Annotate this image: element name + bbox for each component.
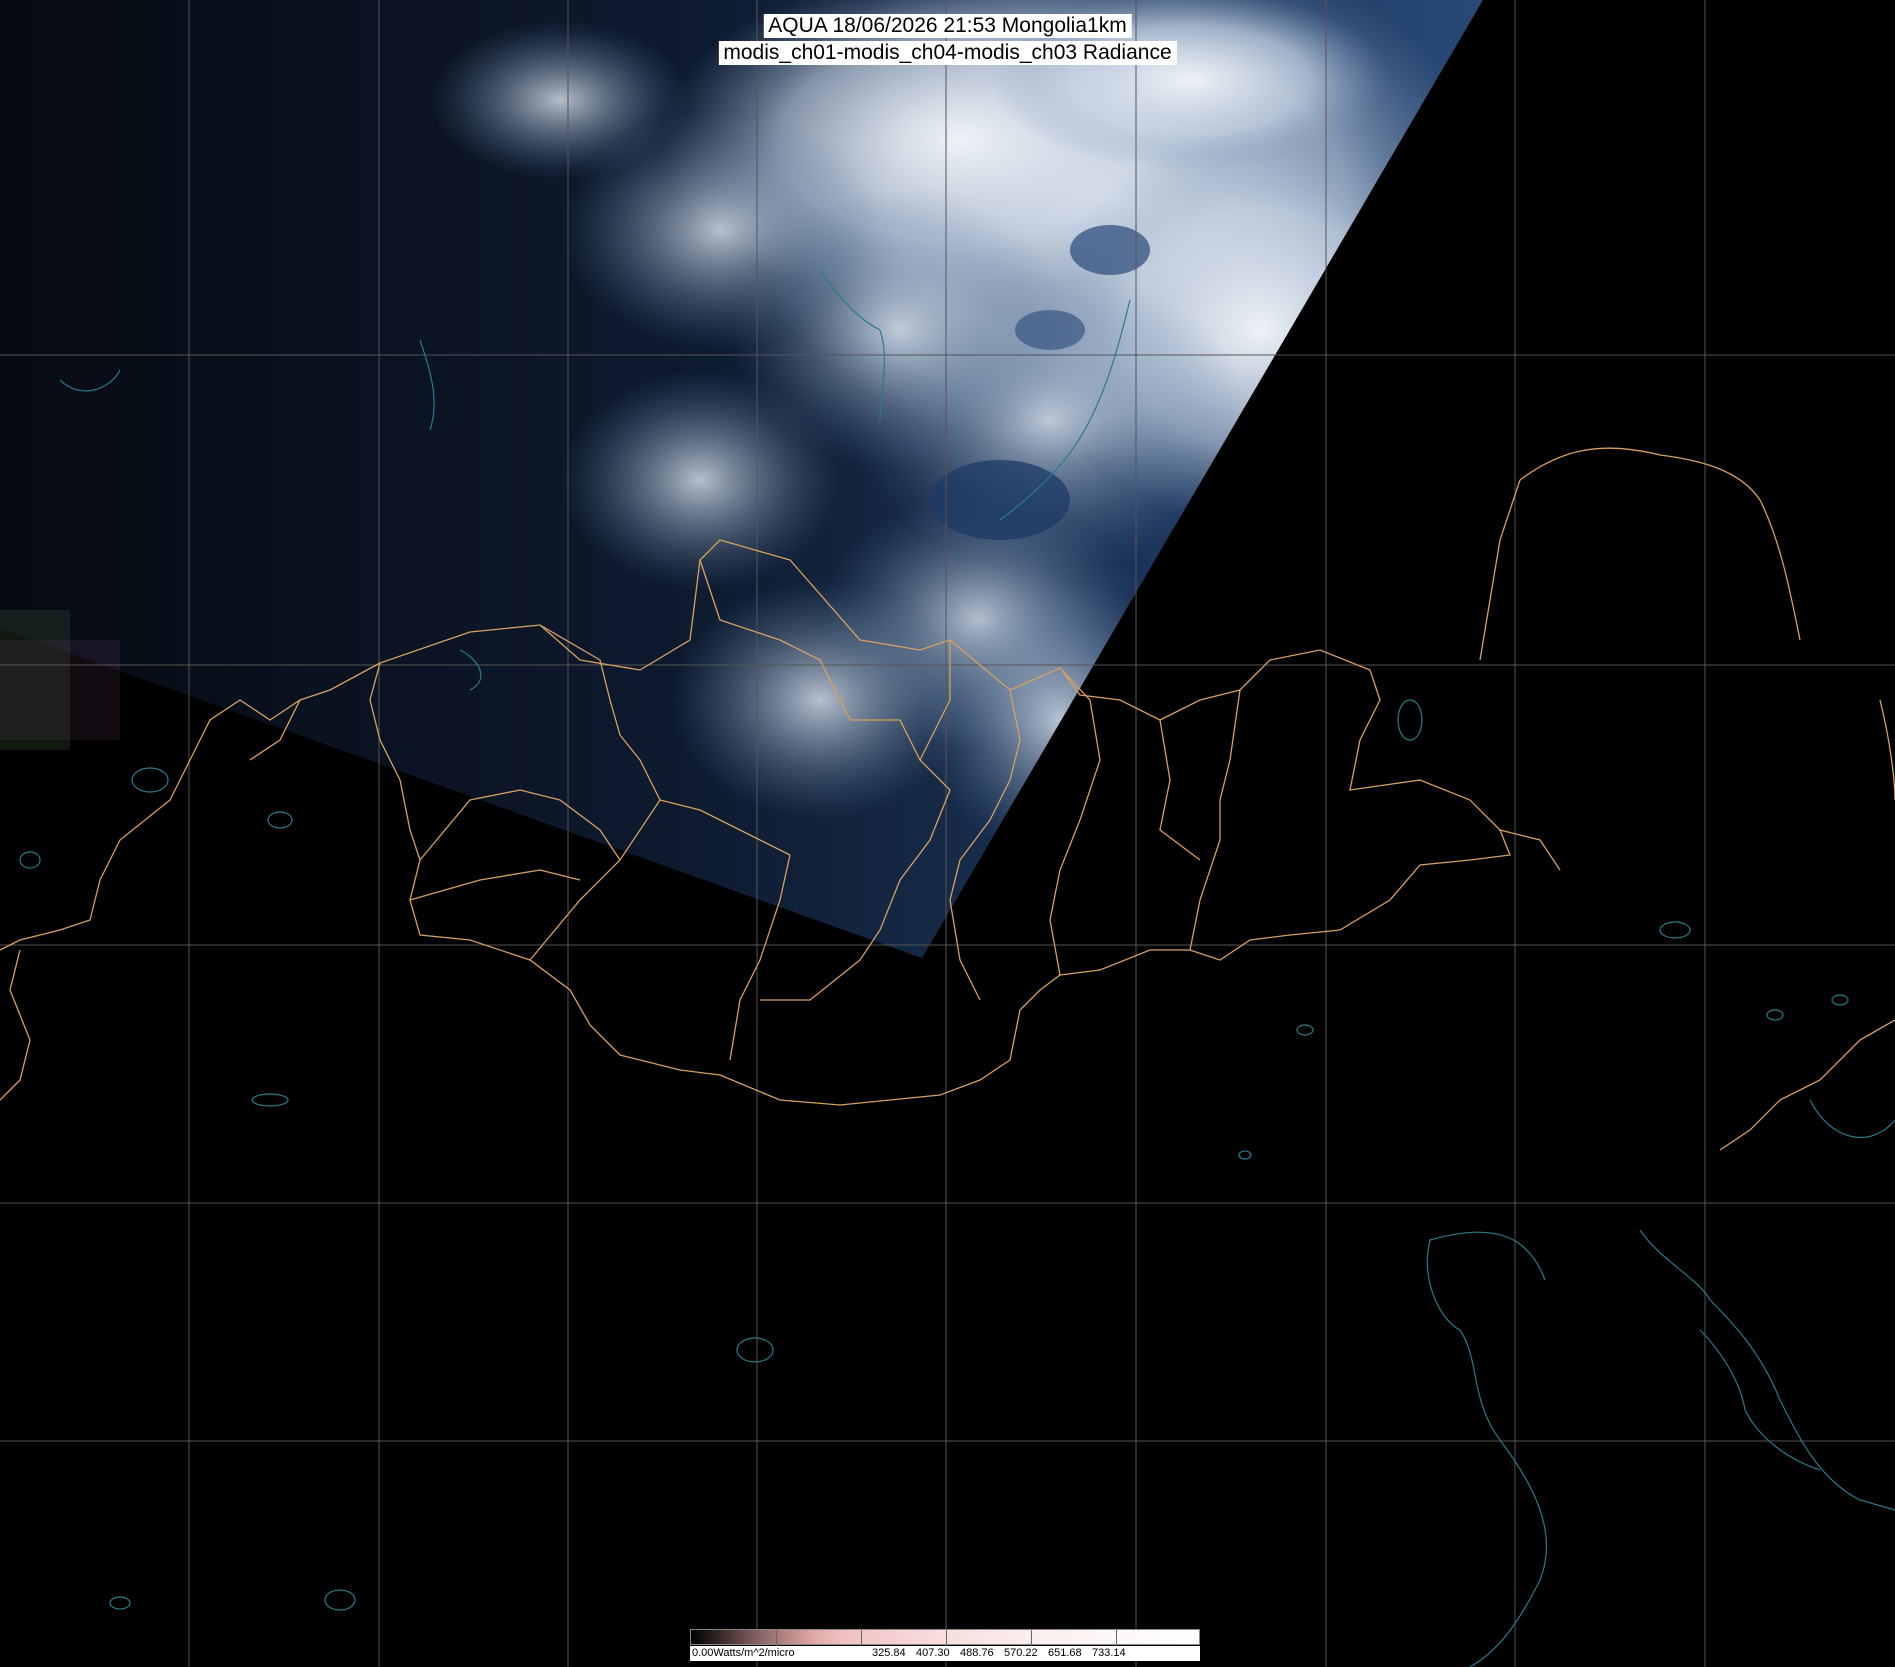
colorbar-tick-label: 488.76 [960, 1647, 994, 1659]
colorbar-tick [946, 1630, 947, 1646]
colorbar-tick [776, 1630, 777, 1646]
colorbar-tick [1031, 1630, 1032, 1646]
colorbar-tick-label: 325.84 [872, 1647, 906, 1659]
colorbar-unit-label: 0.00Watts/m^2/micro [692, 1647, 795, 1659]
colorbar-tick-label: 733.14 [1092, 1647, 1126, 1659]
satellite-map [0, 0, 1895, 1667]
colorbar-tick [861, 1630, 862, 1646]
colorbar-ramp [690, 1629, 1200, 1646]
colorbar-tick-label: 407.30 [916, 1647, 950, 1659]
map-title-line-1: AQUA 18/06/2026 21:53 Mongolia1km [763, 14, 1132, 38]
colorbar-tick-label: 570.22 [1004, 1647, 1038, 1659]
colorbar-labels: 0.00Watts/m^2/micro 325.84 407.30 488.76… [690, 1646, 1200, 1661]
colorbar-tick-label: 651.68 [1048, 1647, 1082, 1659]
colorbar: 0.00Watts/m^2/micro 325.84 407.30 488.76… [690, 1629, 1200, 1661]
map-title-line-2: modis_ch01-modis_ch04-modis_ch03 Radianc… [718, 41, 1177, 65]
colorbar-tick [1116, 1630, 1117, 1646]
